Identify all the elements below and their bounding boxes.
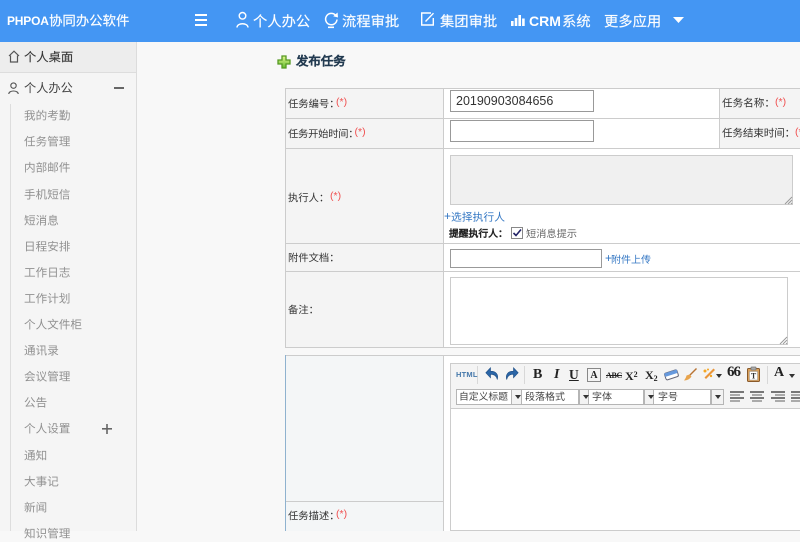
svg-text:T: T: [751, 372, 757, 381]
